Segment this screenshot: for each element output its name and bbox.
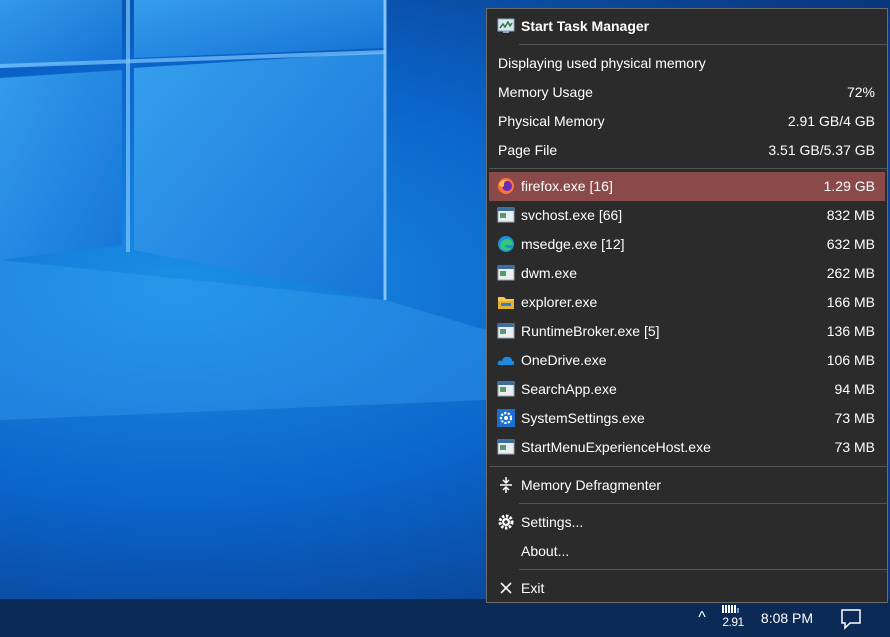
edge-icon	[498, 236, 514, 252]
start-task-manager-label: Start Task Manager	[521, 18, 650, 34]
memory-bars-icon	[722, 605, 739, 613]
settings-label: Settings...	[521, 514, 584, 530]
app-window-icon	[497, 323, 515, 339]
process-memory: 94 MB	[834, 381, 875, 397]
about-label: About...	[521, 543, 570, 559]
process-item[interactable]: RuntimeBroker.exe [5] 136 MB	[489, 317, 885, 346]
process-item[interactable]: svchost.exe [66] 832 MB	[489, 201, 885, 230]
page-file-label: Page File	[498, 142, 558, 158]
app-window-icon	[497, 207, 515, 223]
start-task-manager-item[interactable]: Start Task Manager	[489, 12, 885, 41]
page-file-value: 3.51 GB/5.37 GB	[768, 142, 875, 158]
physical-memory-value: 2.91 GB/4 GB	[787, 113, 875, 129]
menu-separator	[519, 569, 887, 570]
display-mode-label: Displaying used physical memory	[498, 55, 706, 71]
process-memory: 106 MB	[826, 352, 875, 368]
process-name: OneDrive.exe	[521, 352, 607, 368]
process-name: RuntimeBroker.exe [5]	[521, 323, 660, 339]
notification-center-icon[interactable]	[836, 604, 866, 632]
process-memory: 632 MB	[826, 236, 875, 252]
process-item[interactable]: firefox.exe [16] 1.29 GB	[489, 172, 885, 201]
process-name: dwm.exe	[521, 265, 578, 281]
exit-label: Exit	[521, 580, 545, 596]
process-name: StartMenuExperienceHost.exe	[521, 439, 711, 455]
menu-separator	[489, 168, 887, 169]
process-memory: 1.29 GB	[823, 178, 875, 194]
process-memory: 262 MB	[826, 265, 875, 281]
physical-memory-label: Physical Memory	[498, 113, 605, 129]
process-name: SystemSettings.exe	[521, 410, 645, 426]
show-hidden-icons-chevron-icon[interactable]: ^	[690, 607, 714, 629]
memory-usage-value: 72%	[846, 84, 875, 100]
tray-context-menu: Start Task Manager Displaying used physi…	[486, 8, 888, 603]
memory-tray-icon[interactable]: 2.91	[718, 603, 748, 633]
close-icon	[500, 582, 512, 594]
process-item[interactable]: OneDrive.exe 106 MB	[489, 346, 885, 375]
memory-defragmenter-item[interactable]: Memory Defragmenter	[489, 471, 885, 500]
process-item[interactable]: dwm.exe 262 MB	[489, 259, 885, 288]
process-memory: 832 MB	[826, 207, 875, 223]
menu-separator	[519, 503, 887, 504]
compress-arrows-icon	[500, 477, 512, 493]
process-name: firefox.exe [16]	[521, 178, 613, 194]
exit-item[interactable]: Exit	[489, 574, 885, 603]
process-memory: 136 MB	[826, 323, 875, 339]
process-item[interactable]: explorer.exe 166 MB	[489, 288, 885, 317]
taskbar-clock[interactable]: 8:08 PM	[754, 608, 820, 628]
page-file-item: Page File 3.51 GB/5.37 GB	[489, 136, 885, 165]
process-memory: 73 MB	[834, 410, 875, 426]
process-name: SearchApp.exe	[521, 381, 617, 397]
process-name: msedge.exe [12]	[521, 236, 625, 252]
app-window-icon	[497, 439, 515, 455]
memory-usage-item: Memory Usage 72%	[489, 78, 885, 107]
firefox-icon	[498, 178, 514, 194]
process-item[interactable]: msedge.exe [12] 632 MB	[489, 230, 885, 259]
about-item[interactable]: About...	[489, 537, 885, 566]
physical-memory-item: Physical Memory 2.91 GB/4 GB	[489, 107, 885, 136]
process-name: svchost.exe [66]	[521, 207, 623, 223]
settings-item[interactable]: Settings...	[489, 508, 885, 537]
process-memory: 73 MB	[834, 439, 875, 455]
app-window-icon	[497, 265, 515, 281]
folder-icon	[498, 297, 514, 309]
settings-gear-icon	[497, 409, 515, 427]
process-item[interactable]: SystemSettings.exe 73 MB	[489, 404, 885, 433]
process-memory: 166 MB	[826, 294, 875, 310]
app-window-icon	[497, 381, 515, 397]
task-manager-icon	[497, 18, 515, 33]
process-item[interactable]: StartMenuExperienceHost.exe 73 MB	[489, 433, 885, 462]
memory-defragmenter-label: Memory Defragmenter	[521, 477, 662, 493]
process-name: explorer.exe	[521, 294, 598, 310]
memory-tray-value: 2.91	[722, 615, 744, 629]
display-mode-item[interactable]: Displaying used physical memory	[489, 49, 885, 78]
cloud-icon	[497, 356, 515, 365]
memory-usage-label: Memory Usage	[498, 84, 593, 100]
menu-separator	[519, 44, 887, 45]
gear-icon	[498, 514, 514, 530]
menu-separator	[489, 466, 887, 467]
process-item[interactable]: SearchApp.exe 94 MB	[489, 375, 885, 404]
